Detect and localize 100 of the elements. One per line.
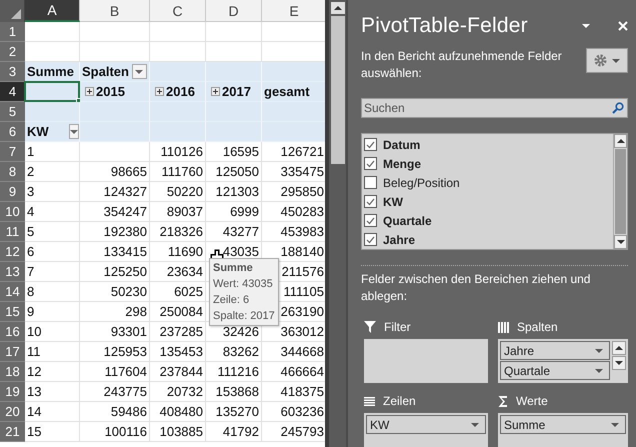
area-field-button[interactable]: Quartale	[500, 361, 610, 380]
table-cell: 1	[25, 142, 80, 162]
field-item[interactable]: Jahre	[362, 230, 613, 249]
column-header[interactable]: D	[206, 0, 262, 22]
pane-options-button[interactable]	[582, 24, 590, 28]
row-header[interactable]: 14	[0, 282, 25, 302]
filter-dropdown-button[interactable]	[68, 124, 79, 139]
row-header[interactable]: 2	[0, 42, 25, 62]
table-cell: 16595	[206, 142, 262, 162]
row-header[interactable]: 12	[0, 242, 25, 262]
table-cell: 2	[25, 162, 80, 182]
field-label: Datum	[383, 138, 420, 152]
filter-dropdown-button[interactable]	[132, 64, 147, 79]
row-header[interactable]: 5	[0, 102, 25, 122]
table-cell: 4	[25, 202, 80, 222]
row-header[interactable]: 13	[0, 262, 25, 282]
row-header[interactable]: 16	[0, 322, 25, 342]
table-cell	[80, 142, 150, 162]
column-header[interactable]: C	[150, 0, 206, 22]
expand-button[interactable]	[211, 87, 220, 96]
checkbox[interactable]	[364, 157, 377, 170]
table-cell: 13	[25, 382, 80, 402]
row-header[interactable]: 9	[0, 182, 25, 202]
column-header[interactable]: A	[25, 0, 80, 22]
checkbox[interactable]	[364, 138, 377, 151]
table-cell: 354247	[80, 202, 150, 222]
sigma-icon	[498, 396, 508, 406]
field-item[interactable]: Datum	[362, 135, 613, 154]
drop-area[interactable]: KW	[364, 413, 488, 447]
filter-icon	[364, 321, 376, 333]
table-cell: 11690	[150, 242, 206, 262]
checkbox[interactable]	[364, 233, 377, 246]
table-cell	[262, 122, 326, 142]
table-cell: 83262	[206, 342, 262, 362]
field-item[interactable]: Beleg/Position	[362, 173, 613, 192]
drop-area[interactable]: Summe	[498, 413, 628, 447]
table-cell: 124327	[80, 182, 150, 202]
pivot-label: 2016	[166, 84, 195, 99]
row-header[interactable]: 21	[0, 422, 25, 442]
tooltip-title: Summe	[213, 261, 254, 276]
row-header[interactable]: 11	[0, 222, 25, 242]
table-cell: 133415	[80, 242, 150, 262]
areas-hint-text: Felder zwischen den Bereichen ziehen und ablegen:	[361, 271, 592, 305]
table-cell: 89037	[150, 202, 206, 222]
caret-icon	[135, 70, 144, 74]
row-header[interactable]: 19	[0, 382, 25, 402]
field-item[interactable]: KW	[362, 192, 613, 211]
gear-icon	[594, 54, 607, 67]
scroll-up-button[interactable]	[612, 341, 626, 355]
column-header[interactable]: B	[80, 0, 150, 22]
area-field-button[interactable]: KW	[366, 415, 486, 434]
field-item[interactable]: Quartale	[362, 211, 613, 230]
row-header[interactable]: 18	[0, 362, 25, 382]
row-header[interactable]: 15	[0, 302, 25, 322]
expand-button[interactable]	[85, 87, 94, 96]
close-button[interactable]	[618, 21, 628, 31]
table-cell: 43277	[206, 222, 262, 242]
search-field[interactable]: Suchen	[361, 98, 628, 118]
area-label: Werte	[516, 394, 548, 408]
table-cell: 59486	[80, 402, 150, 422]
row-header[interactable]: 10	[0, 202, 25, 222]
scroll-down-button[interactable]	[612, 356, 626, 370]
table-cell: 192380	[80, 222, 150, 242]
table-cell: 237285	[150, 322, 206, 342]
table-cell: 125050	[206, 162, 262, 182]
table-cell	[25, 22, 80, 42]
area-label: Filter	[384, 320, 411, 334]
caret-icon	[595, 368, 603, 372]
table-cell: 218326	[150, 222, 206, 242]
row-header[interactable]: 8	[0, 162, 25, 182]
table-cell: 103885	[150, 422, 206, 442]
checkbox[interactable]	[364, 214, 377, 227]
row-header[interactable]: 4	[0, 82, 25, 102]
area-field-button[interactable]: Summe	[500, 415, 626, 434]
table-cell: 298	[80, 302, 150, 322]
vertical-scrollbar[interactable]	[325, 0, 346, 447]
row-header[interactable]: 17	[0, 342, 25, 362]
checkbox[interactable]	[364, 176, 377, 189]
row-header[interactable]: 6	[0, 122, 25, 142]
table-cell: 3	[25, 182, 80, 202]
row-header[interactable]: 20	[0, 402, 25, 422]
row-header[interactable]: 7	[0, 142, 25, 162]
select-all-corner[interactable]	[0, 0, 25, 22]
expand-button[interactable]	[155, 87, 164, 96]
field-label: Menge	[383, 156, 422, 170]
tools-button[interactable]	[586, 48, 628, 73]
table-cell: 6	[25, 242, 80, 262]
area-field-button[interactable]: Jahre	[500, 341, 610, 360]
column-header[interactable]: E	[262, 0, 326, 22]
table-cell: 41792	[206, 422, 262, 442]
checkbox[interactable]	[364, 195, 377, 208]
scroll-thumb[interactable]	[330, 16, 345, 164]
area-label: Zeilen	[383, 394, 416, 408]
table-cell	[150, 122, 206, 142]
drop-area[interactable]: Jahre Quartale	[498, 339, 628, 383]
caret-icon	[582, 24, 590, 28]
row-header[interactable]: 1	[0, 22, 25, 42]
field-item[interactable]: Menge	[362, 154, 613, 173]
row-header[interactable]: 3	[0, 62, 25, 82]
list-scrollbar[interactable]	[613, 134, 627, 249]
